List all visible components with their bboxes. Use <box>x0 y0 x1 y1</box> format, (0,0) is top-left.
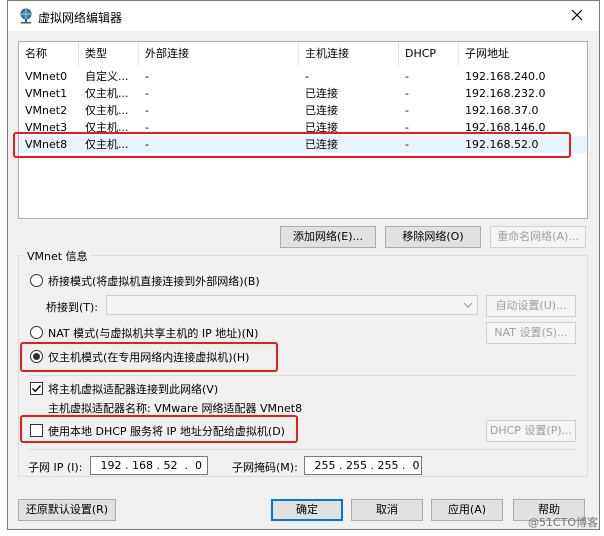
connect-adapter-label[interactable]: 将主机虚拟适配器连接到此网络(V) <box>48 381 218 397</box>
cell-dhcp: - <box>405 87 409 100</box>
column-header-external[interactable]: 外部连接 <box>139 42 299 66</box>
virtual-network-editor-window: 虚拟网络编辑器 名称 类型 外部连接 主机连接 DHCP 子网地址 VMnet0… <box>7 0 600 530</box>
highlight-box-dhcp <box>20 415 298 443</box>
watermark: @51CTO博客 <box>527 516 598 529</box>
cell-host: 已连接 <box>305 87 338 100</box>
apply-button[interactable]: 应用(A) <box>431 499 503 521</box>
table-row[interactable]: VMnet2 仅主机... - 已连接 - 192.168.37.0 <box>19 102 587 119</box>
cell-external: - <box>145 70 149 83</box>
table-row[interactable]: VMnet1 仅主机... - 已连接 - 192.168.232.0 <box>19 85 587 102</box>
bridge-mode-radio[interactable] <box>30 274 43 287</box>
restore-defaults-button[interactable]: 还原默认设置(R) <box>18 499 116 521</box>
cell-name: VMnet2 <box>25 104 68 117</box>
highlight-box-vmnet8 <box>13 132 571 158</box>
cell-dhcp: - <box>405 104 409 117</box>
checkmark-icon <box>32 385 42 393</box>
subnet-ip-field[interactable]: 192 . 168 . 52 . 0 <box>90 456 208 475</box>
subnet-mask-label: 子网掩码(M): <box>232 461 298 474</box>
divider <box>28 449 576 450</box>
cell-external: - <box>145 87 149 100</box>
cell-subnet: 192.168.240.0 <box>465 70 546 83</box>
column-header-type[interactable]: 类型 <box>79 42 139 66</box>
auto-settings-button[interactable]: 自动设置(U)... <box>486 295 576 317</box>
window-title: 虚拟网络编辑器 <box>38 11 123 25</box>
nat-mode-label[interactable]: NAT 模式(与虚拟机共享主机的 IP 地址)(N) <box>48 325 258 341</box>
cell-subnet: 192.168.232.0 <box>465 87 546 100</box>
vmnet-info-title: VMnet 信息 <box>24 248 91 264</box>
cell-name: VMnet0 <box>25 70 68 83</box>
cancel-button[interactable]: 取消 <box>351 499 423 521</box>
list-header: 名称 类型 外部连接 主机连接 DHCP 子网地址 <box>19 42 587 66</box>
network-globe-icon <box>18 8 34 24</box>
adapter-name-text: 主机虚拟适配器名称: VMware 网络适配器 VMnet8 <box>48 402 303 415</box>
connect-adapter-checkbox[interactable] <box>30 382 43 395</box>
column-header-subnet[interactable]: 子网地址 <box>459 42 587 66</box>
network-list[interactable]: 名称 类型 外部连接 主机连接 DHCP 子网地址 VMnet0 自定义... … <box>18 41 588 219</box>
cell-subnet: 192.168.37.0 <box>465 104 539 117</box>
bridge-mode-label[interactable]: 桥接模式(将虚拟机直接连接到外部网络)(B) <box>48 273 260 289</box>
cell-external: - <box>145 104 149 117</box>
add-network-button[interactable]: 添加网络(E)... <box>280 226 376 248</box>
nat-settings-button[interactable]: NAT 设置(S)... <box>486 322 576 344</box>
nat-mode-radio[interactable] <box>30 326 43 339</box>
cell-dhcp: - <box>405 70 409 83</box>
ok-button[interactable]: 确定 <box>271 499 343 521</box>
cell-type: 仅主机... <box>85 87 129 100</box>
dhcp-settings-button[interactable]: DHCP 设置(P)... <box>486 420 576 442</box>
cell-host: - <box>305 70 309 83</box>
column-header-dhcp[interactable]: DHCP <box>399 42 459 66</box>
table-row[interactable]: VMnet0 自定义... - - - 192.168.240.0 <box>19 68 587 85</box>
column-header-host[interactable]: 主机连接 <box>299 42 399 66</box>
close-icon <box>571 9 583 24</box>
subnet-ip-label: 子网 IP (I): <box>28 461 83 474</box>
column-header-name[interactable]: 名称 <box>19 42 79 66</box>
highlight-box-host-only <box>20 342 278 372</box>
cell-type: 自定义... <box>85 70 129 83</box>
close-button[interactable] <box>554 1 599 31</box>
remove-network-button[interactable]: 移除网络(O) <box>385 226 481 248</box>
rename-network-button[interactable]: 重命名网络(A)... <box>490 226 586 248</box>
cell-name: VMnet1 <box>25 87 68 100</box>
bridge-to-dropdown[interactable] <box>106 295 478 315</box>
cell-type: 仅主机... <box>85 104 129 117</box>
cell-host: 已连接 <box>305 104 338 117</box>
chevron-down-icon <box>463 300 473 313</box>
bridge-to-label: 桥接到(T): <box>46 301 99 314</box>
subnet-mask-field[interactable]: 255 . 255 . 255 . 0 <box>304 456 422 475</box>
divider <box>28 375 576 376</box>
title-bar: 虚拟网络编辑器 <box>8 1 599 31</box>
